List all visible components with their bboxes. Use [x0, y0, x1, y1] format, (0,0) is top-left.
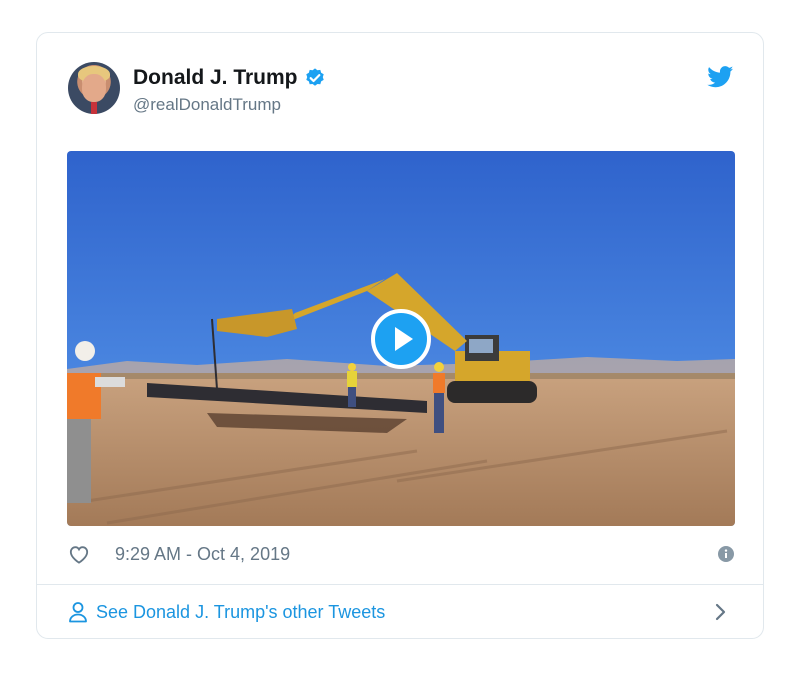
info-icon[interactable]	[718, 546, 734, 562]
play-icon[interactable]	[371, 309, 431, 369]
tweet-meta-row: 9:29 AM - Oct 4, 2019	[68, 539, 734, 569]
avatar-face	[82, 74, 106, 102]
verified-badge-icon	[305, 68, 324, 86]
author-avatar[interactable]	[68, 62, 120, 114]
author-name-row[interactable]: Donald J. Trump	[133, 66, 326, 90]
chevron-right-icon[interactable]	[715, 603, 727, 621]
tweet-card[interactable]: Donald J. Trump @realDonaldTrump 9:29 AM…	[36, 32, 764, 639]
tweet-video[interactable]	[67, 151, 735, 526]
avatar-tie	[91, 102, 97, 114]
author-handle[interactable]: @realDonaldTrump	[133, 95, 281, 115]
heart-icon[interactable]	[68, 544, 90, 564]
twitter-bird-icon[interactable]	[707, 66, 734, 88]
tweet-timestamp[interactable]: 9:29 AM - Oct 4, 2019	[115, 544, 290, 565]
see-other-tweets-link[interactable]: See Donald J. Trump's other Tweets	[37, 585, 763, 639]
see-other-tweets-label[interactable]: See Donald J. Trump's other Tweets	[96, 602, 385, 623]
person-icon	[69, 602, 87, 623]
author-display-name[interactable]: Donald J. Trump	[133, 66, 298, 90]
